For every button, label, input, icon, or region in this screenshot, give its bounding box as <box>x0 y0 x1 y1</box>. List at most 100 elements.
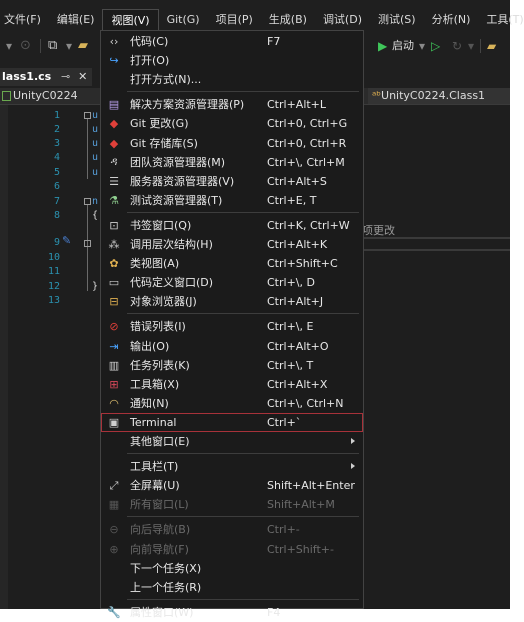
menu-item-label: 任务列表(K) <box>130 358 190 372</box>
menu-item-13[interactable]: ✿ 类视图(A) Ctrl+Shift+C <box>101 254 363 273</box>
pin-icon[interactable]: ⊸ <box>61 70 70 83</box>
class-dropdown[interactable]: ᵃᵇUnityC0224.Class1 <box>368 88 510 104</box>
dropdown-arrow-icon[interactable]: ▾ <box>468 38 474 54</box>
menu-item-19[interactable]: ▥ 任务列表(K) Ctrl+\, T <box>101 356 363 375</box>
terminal-icon: ▣ <box>108 415 120 429</box>
line-number: 10 <box>47 252 60 263</box>
menu-item-21[interactable]: ◠ 通知(N) Ctrl+\, Ctrl+N <box>101 394 363 413</box>
menu-item-7[interactable]: ዳ 团队资源管理器(M) Ctrl+\, Ctrl+M <box>101 153 363 172</box>
pending-changes-hint: 项更改 <box>362 224 395 237</box>
line-number: 11 <box>47 266 60 277</box>
menu-item-1[interactable]: ↪ 打开(O) <box>101 51 363 70</box>
class-icon: ᵃᵇ <box>372 89 382 102</box>
open-folder-icon[interactable]: ▰ <box>78 38 88 54</box>
code-namespace: n <box>92 196 99 207</box>
menu-item-25[interactable]: 工具栏(T) <box>101 457 363 476</box>
empty-icon-slot <box>105 560 123 577</box>
task-list-icon: ▥ <box>108 358 120 372</box>
new-project-icon[interactable]: ⧉ <box>48 38 57 54</box>
menu-item-8[interactable]: ☰ 服务器资源管理器(V) Ctrl+Alt+S <box>101 172 363 191</box>
nav-back-icon[interactable]: ⊙ <box>20 38 31 54</box>
menu-item-32[interactable]: 上一个任务(R) <box>101 578 363 597</box>
menu-item-5[interactable]: ◆ Git 更改(G) Ctrl+0, Ctrl+G <box>101 114 363 133</box>
menu-item-29: ⊖ 向后导航(B) Ctrl+- <box>101 520 363 539</box>
start-button[interactable]: 启动 <box>392 38 414 54</box>
menu-git[interactable]: Git(G) <box>159 9 208 31</box>
menu-item-31[interactable]: 下一个任务(X) <box>101 559 363 578</box>
menu-item-label: 向后导航(B) <box>130 523 191 537</box>
menu-item-17[interactable]: ⊘ 错误列表(I) Ctrl+\, E <box>101 317 363 336</box>
csharp-project-icon <box>2 91 11 101</box>
menu-item-label: 所有窗口(L) <box>130 498 189 512</box>
hot-reload-icon[interactable]: ↻ <box>452 38 462 54</box>
folder-search-icon[interactable]: ▰ <box>487 38 496 54</box>
menu-item-label: 属性窗口(W) <box>130 605 194 619</box>
call-hierarchy-icon: ⁂ <box>108 238 120 251</box>
output-icon: ⇥ <box>109 339 119 353</box>
editor-divider <box>362 249 510 251</box>
menu-item-label: 工具栏(T) <box>130 460 179 474</box>
line-number: 2 <box>53 124 60 135</box>
menu-item-26[interactable]: ⤢ 全屏幕(U) Shift+Alt+Enter <box>101 476 363 495</box>
dropdown-arrow-icon[interactable]: ▾ <box>6 38 12 54</box>
menu-item-label: 向前导航(F) <box>130 542 189 556</box>
fold-toggle[interactable] <box>84 198 91 205</box>
menu-item-14[interactable]: ▭ 代码定义窗口(D) Ctrl+\, D <box>101 273 363 292</box>
menu-item-23[interactable]: 其他窗口(E) <box>101 432 363 451</box>
dropdown-arrow-icon[interactable]: ▾ <box>66 38 72 54</box>
all-windows-icon: ▦ <box>108 498 120 512</box>
menu-item-4[interactable]: ▤ 解决方案资源管理器(P) Ctrl+Alt+L <box>101 95 363 114</box>
menu-item-label: 全屏幕(U) <box>130 479 180 493</box>
quick-action-brush-icon[interactable]: ✎ <box>62 234 71 247</box>
menu-tools[interactable]: 工具(T) <box>478 9 524 31</box>
menu-item-shortcut: F4 <box>267 605 281 619</box>
project-dropdown[interactable]: UnityC0224 <box>2 88 78 104</box>
menu-edit[interactable]: 编辑(E) <box>49 9 103 31</box>
menu-item-shortcut: F7 <box>267 35 281 48</box>
menu-item-34[interactable]: 🔧 属性窗口(W) F4 <box>101 603 363 622</box>
menu-separator <box>127 91 359 93</box>
line-number: 8 <box>53 210 60 221</box>
menu-item-18[interactable]: ⇥ 输出(O) Ctrl+Alt+O <box>101 337 363 356</box>
menu-item-label: Git 存储库(S) <box>130 136 198 150</box>
menu-item-label: 团队资源管理器(M) <box>130 155 226 169</box>
menu-item-2[interactable]: 打开方式(N)... <box>101 70 363 89</box>
fullscreen-icon: ⤢ <box>109 478 119 492</box>
menu-test[interactable]: 测试(S) <box>370 9 424 31</box>
start-without-debug-icon[interactable]: ▷ <box>431 38 440 54</box>
menu-item-9[interactable]: ⚗ 测试资源管理器(T) Ctrl+E, T <box>101 191 363 210</box>
fold-toggle[interactable] <box>84 112 91 119</box>
menu-item-label: Git 更改(G) <box>130 117 189 131</box>
line-number: 13 <box>47 295 60 306</box>
menu-item-shortcut: Ctrl+\, Ctrl+N <box>267 396 344 410</box>
dropdown-arrow-icon[interactable]: ▾ <box>419 38 425 54</box>
editor-tab[interactable]: lass1.cs ⊸ ✕ <box>0 68 92 86</box>
menu-analyze[interactable]: 分析(N) <box>424 9 479 31</box>
start-icon[interactable]: ▶ <box>378 38 387 54</box>
menu-item-shortcut: Ctrl+Shift+- <box>267 542 334 556</box>
menu-build[interactable]: 生成(B) <box>261 9 315 31</box>
menu-file[interactable]: 文件(F) <box>0 9 49 31</box>
menu-item-0[interactable]: ‹› 代码(C) F7 <box>101 32 363 51</box>
close-icon[interactable]: ✕ <box>78 70 87 83</box>
menu-item-shortcut: Ctrl+` <box>267 415 302 429</box>
menu-debug[interactable]: 调试(D) <box>315 9 370 31</box>
menu-item-label: 书签窗口(Q) <box>130 218 192 232</box>
toolbox-icon: ⊞ <box>109 377 119 391</box>
menu-item-15[interactable]: ⊟ 对象浏览器(J) Ctrl+Alt+J <box>101 292 363 311</box>
menu-view[interactable]: 视图(V) <box>102 9 159 31</box>
menu-item-30: ⊕ 向前导航(F) Ctrl+Shift+- <box>101 540 363 559</box>
code-using: u <box>92 152 99 163</box>
menu-item-11[interactable]: ⊡ 书签窗口(Q) Ctrl+K, Ctrl+W <box>101 216 363 235</box>
code-using: u <box>92 138 99 149</box>
error-list-icon: ⊘ <box>109 320 119 334</box>
fold-toggle[interactable] <box>84 240 91 247</box>
menu-item-12[interactable]: ⁂ 调用层次结构(H) Ctrl+Alt+K <box>101 235 363 254</box>
menu-item-6[interactable]: ◆ Git 存储库(S) Ctrl+0, Ctrl+R <box>101 134 363 153</box>
menu-item-20[interactable]: ⊞ 工具箱(X) Ctrl+Alt+X <box>101 375 363 394</box>
server-explorer-icon: ☰ <box>109 174 119 188</box>
line-number: 4 <box>53 152 60 163</box>
menu-project[interactable]: 项目(P) <box>208 9 261 31</box>
solution-explorer-icon: ▤ <box>108 98 120 112</box>
menu-item-terminal[interactable]: ▣ Terminal Ctrl+` <box>101 412 363 432</box>
